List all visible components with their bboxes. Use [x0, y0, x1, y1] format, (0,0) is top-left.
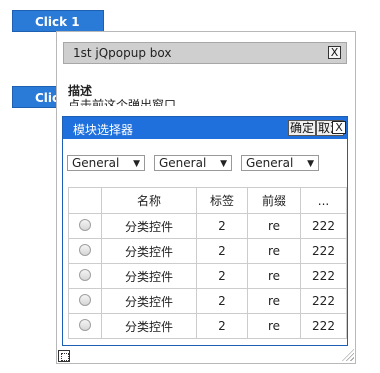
- table-row[interactable]: 分类控件 2 re 222: [68, 313, 347, 339]
- table-row[interactable]: 分类控件 2 re 222: [68, 263, 347, 289]
- popup1-close-icon[interactable]: X: [328, 46, 341, 59]
- popup2-header[interactable]: 模块选择器 确定 取消 X: [63, 117, 347, 139]
- cell-tag: 2: [196, 288, 248, 314]
- cell-tag: 2: [196, 238, 248, 264]
- dropdown-arrow-icon: ▼: [307, 159, 314, 169]
- popup2-close-icon[interactable]: X: [332, 121, 346, 134]
- category-select-2[interactable]: General ▼: [154, 155, 232, 171]
- dropdown-arrow-icon: ▼: [220, 159, 227, 169]
- row-radio-cell[interactable]: [68, 213, 102, 239]
- col-name-header: 名称: [101, 187, 197, 214]
- cell-prefix: re: [247, 263, 301, 289]
- popup1-header[interactable]: 1st jQpopup box X: [63, 42, 347, 64]
- radio-button[interactable]: [79, 318, 91, 331]
- row-radio-cell[interactable]: [68, 288, 102, 314]
- cell-prefix: re: [247, 288, 301, 314]
- select-3-value: General: [246, 156, 294, 170]
- cell-count: 222: [300, 213, 347, 239]
- confirm-button[interactable]: 确定: [288, 120, 317, 136]
- table-row[interactable]: 分类控件 2 re 222: [68, 288, 347, 314]
- cell-count: 222: [300, 313, 347, 339]
- cell-count: 222: [300, 263, 347, 289]
- cell-tag: 2: [196, 263, 248, 289]
- col-tag-header: 标签: [196, 187, 248, 214]
- click-1-button[interactable]: Click 1: [12, 10, 104, 32]
- col-prefix-header: 前缀: [247, 187, 301, 214]
- cell-tag: 2: [196, 313, 248, 339]
- cell-name: 分类控件: [101, 313, 197, 339]
- cell-name: 分类控件: [101, 238, 197, 264]
- dropdown-arrow-icon: ▼: [133, 159, 140, 169]
- popup1-text: 点击前这个弹出窗口: [68, 98, 177, 106]
- maximize-icon[interactable]: [58, 350, 70, 362]
- table-row[interactable]: 分类控件 2 re 222: [68, 213, 347, 239]
- module-table: 名称 标签 前缀 ... 分类控件 2 re 222 分类控件 2 re 222…: [68, 187, 347, 339]
- col-select-header: [68, 187, 102, 214]
- table-header-row: 名称 标签 前缀 ...: [68, 187, 347, 214]
- cell-count: 222: [300, 238, 347, 264]
- category-select-1[interactable]: General ▼: [67, 155, 145, 171]
- popup1-heading: 描述: [68, 84, 93, 98]
- cell-prefix: re: [247, 213, 301, 239]
- select-2-value: General: [159, 156, 207, 170]
- col-more-header: ...: [300, 187, 347, 214]
- radio-button[interactable]: [79, 243, 91, 256]
- cell-count: 222: [300, 288, 347, 314]
- module-selector-popup: 模块选择器 确定 取消 X General ▼ General ▼ General ▼…: [62, 116, 348, 346]
- select-1-value: General: [72, 156, 120, 170]
- cell-prefix: re: [247, 238, 301, 264]
- radio-button[interactable]: [79, 218, 91, 231]
- cell-name: 分类控件: [101, 288, 197, 314]
- category-select-3[interactable]: General ▼: [241, 155, 319, 171]
- row-radio-cell[interactable]: [68, 313, 102, 339]
- cell-tag: 2: [196, 213, 248, 239]
- cell-prefix: re: [247, 313, 301, 339]
- cell-name: 分类控件: [101, 263, 197, 289]
- cell-name: 分类控件: [101, 213, 197, 239]
- popup1-title: 1st jQpopup box: [73, 46, 172, 60]
- row-radio-cell[interactable]: [68, 238, 102, 264]
- popup2-title: 模块选择器: [73, 123, 134, 137]
- table-row[interactable]: 分类控件 2 re 222: [68, 238, 347, 264]
- radio-button[interactable]: [79, 293, 91, 306]
- radio-button[interactable]: [79, 268, 91, 281]
- row-radio-cell[interactable]: [68, 263, 102, 289]
